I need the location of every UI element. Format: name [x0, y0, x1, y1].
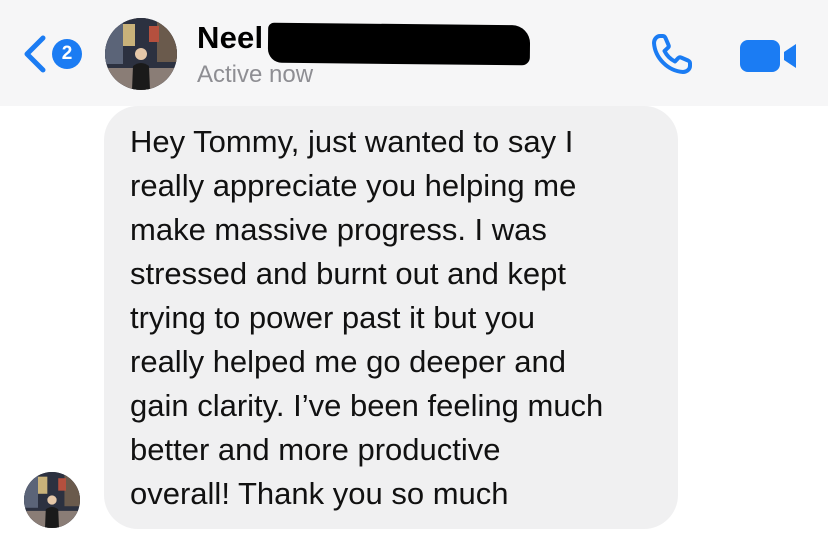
presence-status: Active now — [197, 61, 314, 88]
video-call-button[interactable] — [738, 36, 800, 76]
back-button[interactable]: 2 — [18, 30, 98, 78]
contact-name[interactable]: Neel — [197, 20, 263, 56]
sender-avatar[interactable] — [24, 472, 80, 528]
message-bubble[interactable]: Hey Tommy, just wanted to say I really a… — [104, 106, 678, 529]
avatar-photo — [24, 472, 80, 528]
message-line: better and more productive — [130, 432, 501, 467]
redaction-mark — [267, 22, 531, 66]
message-line: overall! Thank you so much — [130, 476, 509, 511]
message-line: really appreciate you helping me — [130, 168, 577, 203]
audio-call-button[interactable] — [648, 30, 696, 78]
contact-avatar[interactable] — [105, 18, 177, 90]
message-line: really helped me go deeper and — [130, 344, 567, 379]
unread-count-badge: 2 — [52, 39, 82, 69]
message-line: make massive progress. I was — [130, 212, 547, 247]
message-line: gain clarity. I’ve been feeling much — [130, 388, 604, 423]
avatar-photo — [105, 18, 177, 90]
chevron-left-icon — [24, 35, 46, 73]
message-line: Hey Tommy, just wanted to say I — [130, 124, 574, 159]
message-line: trying to power past it but you — [130, 300, 535, 335]
chat-header: 2 Neel Active now — [0, 0, 828, 106]
video-camera-icon — [740, 40, 796, 72]
phone-icon — [652, 34, 692, 74]
message-line: stressed and burnt out and kept — [130, 256, 567, 291]
